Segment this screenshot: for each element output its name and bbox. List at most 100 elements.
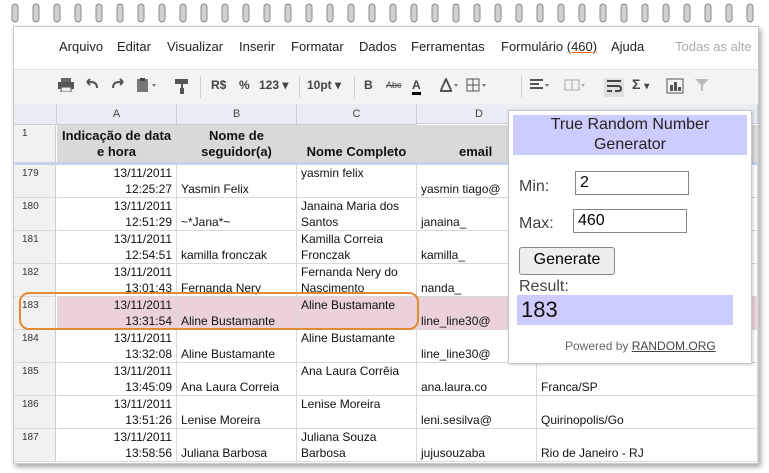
font-color-button[interactable]: A xyxy=(412,78,421,95)
row-header[interactable]: 181 xyxy=(14,231,56,264)
table-cell-email[interactable]: jujusouzaba xyxy=(417,429,537,462)
print-icon[interactable] xyxy=(58,78,74,95)
timestamp-date: 13/11/2011 xyxy=(113,199,172,213)
toolbar-separator xyxy=(200,76,201,98)
table-cell-timestamp[interactable]: 13/11/2011 12:25:27 xyxy=(57,165,177,198)
timestamp-time: 13:58:56 xyxy=(125,446,172,460)
random-number-generator-widget: True Random Number Generator Min: Max: G… xyxy=(508,110,752,364)
timestamp-date: 13/11/2011 xyxy=(113,232,172,246)
table-cell-timestamp[interactable]: 13/11/2011 12:51:29 xyxy=(57,198,177,231)
table-cell-full-name[interactable]: Juliana Souza Barbosa xyxy=(297,429,417,462)
row-header[interactable]: 1 xyxy=(14,125,56,163)
menu-arquivo[interactable]: Arquivo xyxy=(59,39,103,54)
filter-icon[interactable] xyxy=(694,78,710,95)
table-cell-email[interactable]: ana.laura.co xyxy=(417,363,537,396)
timestamp-date: 13/11/2011 xyxy=(113,331,172,345)
min-label: Min: xyxy=(519,178,550,195)
font-size-dropdown[interactable]: 10pt ▾ xyxy=(307,78,341,92)
table-cell-follower-name[interactable]: Juliana Barbosa xyxy=(177,429,297,462)
row-header[interactable]: 185 xyxy=(14,363,56,396)
table-cell-city[interactable]: Franca/SP xyxy=(537,363,758,396)
currency-format-button[interactable]: R$ xyxy=(211,78,226,92)
row-header[interactable]: 179 xyxy=(14,165,56,198)
table-cell-full-name[interactable]: Janaina Maria dos Santos xyxy=(297,198,417,231)
menu-inserir[interactable]: Inserir xyxy=(239,39,275,54)
chevron-down-icon: ▾ xyxy=(644,81,650,92)
result-label: Result: xyxy=(519,278,569,295)
menu-formulario[interactable]: Formulário (460) xyxy=(501,39,597,54)
chart-icon[interactable] xyxy=(666,78,684,97)
corner-cell[interactable] xyxy=(14,104,57,125)
timestamp-time: 13:32:08 xyxy=(125,347,172,361)
table-cell-full-name[interactable]: Aline Bustamante xyxy=(297,330,417,363)
menu-ajuda[interactable]: Ajuda xyxy=(611,39,644,54)
column-header-c[interactable]: C xyxy=(297,104,417,125)
table-cell-follower-name[interactable]: ~*Jana*~ xyxy=(177,198,297,231)
table-cell-timestamp[interactable]: 13/11/2011 12:54:51 xyxy=(57,231,177,264)
fill-color-icon[interactable] xyxy=(439,76,459,95)
max-input[interactable] xyxy=(573,209,687,233)
table-cell-timestamp[interactable]: 13/11/2011 13:45:09 xyxy=(57,363,177,396)
menu-editar[interactable]: Editar xyxy=(117,39,151,54)
timestamp-date: 13/11/2011 xyxy=(113,397,172,411)
header-cell-c[interactable]: Nome Completo xyxy=(297,125,417,163)
menu-dados[interactable]: Dados xyxy=(359,39,397,54)
column-header-b[interactable]: B xyxy=(177,104,297,125)
row-header[interactable]: 187 xyxy=(14,429,56,462)
percent-format-button[interactable]: % xyxy=(239,78,250,92)
menu-formatar[interactable]: Formatar xyxy=(291,39,344,54)
align-icon[interactable] xyxy=(529,78,551,95)
column-header-a[interactable]: A xyxy=(57,104,177,125)
header-cell-a[interactable]: Indicação de data e hora xyxy=(57,125,177,163)
redo-icon[interactable] xyxy=(110,78,126,95)
functions-button[interactable]: Σ ▾ xyxy=(632,76,649,92)
min-input[interactable] xyxy=(575,171,689,195)
table-cell-follower-name[interactable]: Ana Laura Correia xyxy=(177,363,297,396)
table-cell-city[interactable]: Rio de Janeiro - RJ xyxy=(537,429,758,462)
table-cell-city[interactable]: Quirinopolis/Go xyxy=(537,396,758,429)
table-cell-full-name[interactable]: Lenise Moreira xyxy=(297,396,417,429)
table-cell-follower-name[interactable]: Aline Bustamante xyxy=(177,330,297,363)
timestamp-time: 12:54:51 xyxy=(125,248,172,262)
table-cell-full-name[interactable]: yasmin felix xyxy=(297,165,417,198)
chevron-down-icon: ▾ xyxy=(335,78,342,92)
table-cell-follower-name[interactable]: kamilla fronczak xyxy=(177,231,297,264)
borders-icon[interactable] xyxy=(466,78,488,95)
table-cell-timestamp[interactable]: 13/11/2011 13:32:08 xyxy=(57,330,177,363)
strikethrough-button[interactable]: Abc xyxy=(386,80,402,90)
result-value: 183 xyxy=(517,295,733,325)
toolbar: R$ % 123 ▾ 10pt ▾ B Abc A Σ ▾ xyxy=(14,69,758,105)
generate-button[interactable]: Generate xyxy=(519,247,615,275)
number-format-dropdown[interactable]: 123 ▾ xyxy=(259,78,288,92)
random-org-link[interactable]: RANDOM.ORG xyxy=(632,339,716,353)
timestamp-time: 12:51:29 xyxy=(125,215,172,229)
table-cell-follower-name[interactable]: Yasmin Felix xyxy=(177,165,297,198)
table-cell-timestamp[interactable]: 13/11/2011 13:51:26 xyxy=(57,396,177,429)
menu-visualizar[interactable]: Visualizar xyxy=(167,39,223,54)
paint-format-icon[interactable] xyxy=(174,78,190,97)
table-cell-email[interactable]: leni.sesilva@ xyxy=(417,396,537,429)
toolbar-separator xyxy=(299,76,300,98)
toolbar-separator xyxy=(354,76,355,98)
bold-button[interactable]: B xyxy=(364,78,373,92)
merge-cells-icon[interactable] xyxy=(564,78,586,95)
row-header[interactable]: 184 xyxy=(14,330,56,363)
save-status-text: Todas as alte xyxy=(675,39,752,54)
undo-icon[interactable] xyxy=(84,78,100,95)
row-header[interactable]: 186 xyxy=(14,396,56,429)
spiral-binding-decoration xyxy=(11,3,754,23)
menu-bar: Arquivo Editar Visualizar Inserir Format… xyxy=(14,27,758,63)
paste-icon[interactable] xyxy=(136,78,158,95)
timestamp-date: 13/11/2011 xyxy=(113,430,172,444)
spreadsheet-window: Arquivo Editar Visualizar Inserir Format… xyxy=(13,26,759,464)
row-header[interactable]: 180 xyxy=(14,198,56,231)
table-cell-full-name[interactable]: Kamilla Correia Fronczak xyxy=(297,231,417,264)
menu-ferramentas[interactable]: Ferramentas xyxy=(411,39,485,54)
timestamp-time: 13:51:26 xyxy=(125,413,172,427)
header-cell-b[interactable]: Nome de seguidor(a) xyxy=(177,125,297,163)
table-cell-timestamp[interactable]: 13/11/2011 13:58:56 xyxy=(57,429,177,462)
wrap-text-icon[interactable] xyxy=(604,78,624,97)
menu-formulario-label: Formulário xyxy=(501,39,564,54)
table-cell-follower-name[interactable]: Lenise Moreira xyxy=(177,396,297,429)
table-cell-full-name[interactable]: Ana Laura Corrêia xyxy=(297,363,417,396)
